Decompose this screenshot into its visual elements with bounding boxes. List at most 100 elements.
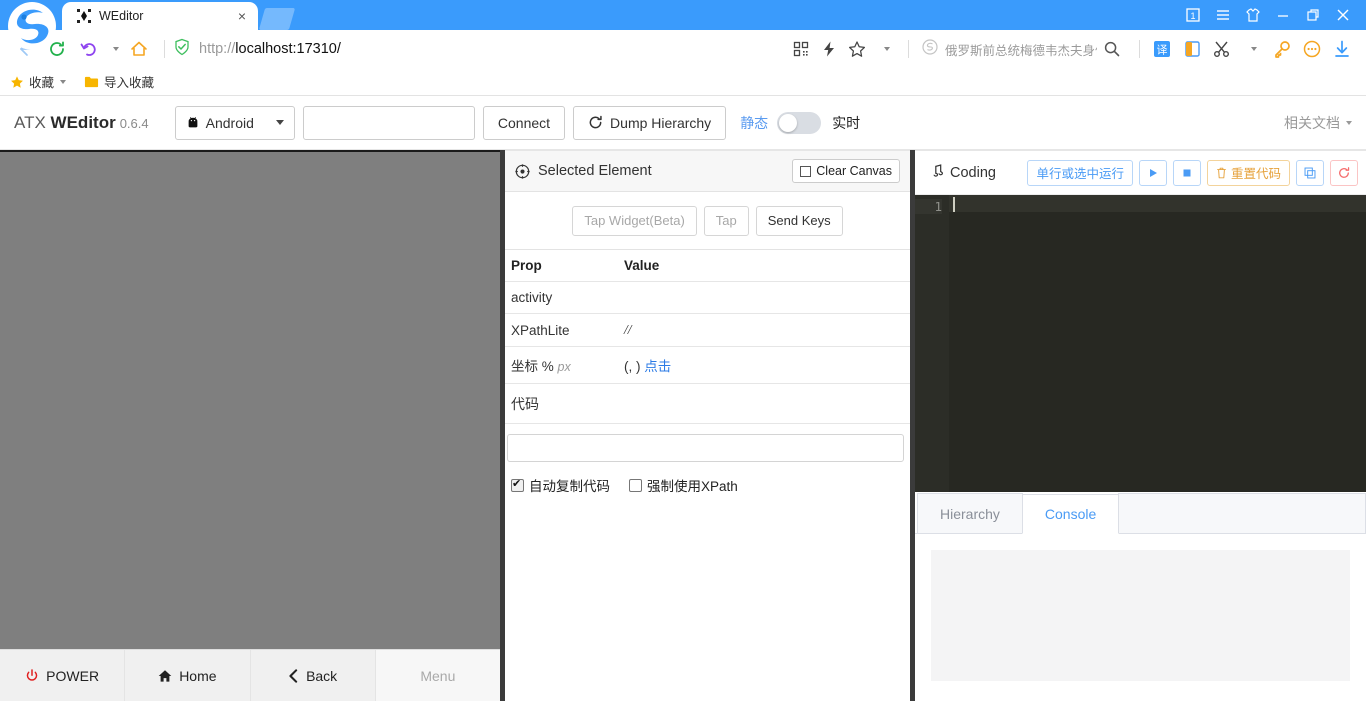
editor-text-area[interactable] [949, 195, 1366, 492]
bottom-tabs: Hierarchy Console [915, 492, 1366, 534]
device-back-button[interactable]: Back [251, 650, 376, 701]
target-icon [515, 163, 530, 179]
stop-button[interactable] [1172, 159, 1201, 186]
history-dropdown-caret[interactable] [106, 34, 122, 64]
run-selection-button[interactable]: 单行或选中运行 [1027, 159, 1133, 186]
trash-icon [1217, 167, 1226, 178]
run-button[interactable] [1138, 159, 1167, 186]
table-row: 坐标 % px (, ) 点击 [505, 346, 910, 384]
prop-value-activity [618, 281, 910, 314]
home-icon [158, 669, 172, 683]
tap-button[interactable]: Tap [703, 205, 749, 236]
bookmark-item-imported[interactable]: 导入收藏 [84, 72, 154, 91]
more-icon[interactable] [1298, 34, 1326, 64]
close-icon[interactable] [1328, 2, 1358, 28]
device-menu-label: Menu [420, 667, 456, 684]
mode-toggle-group: 静态 实时 [740, 111, 860, 134]
play-icon [1149, 168, 1157, 177]
force-xpath-checkbox[interactable] [629, 478, 642, 492]
code-editor[interactable]: 1 [915, 195, 1366, 492]
scissors-chevron-icon[interactable] [1238, 34, 1266, 64]
code-section-label: 代码 [505, 384, 910, 424]
search-icon[interactable] [1097, 34, 1127, 64]
clear-canvas-checkbox[interactable] [800, 165, 812, 177]
selected-element-title: Selected Element [538, 163, 652, 179]
table-row: XPathLite // [505, 313, 910, 347]
coord-click-link[interactable]: 点击 [644, 359, 671, 374]
device-nav-bar: POWER Home Back Menu [0, 649, 500, 701]
hamburger-icon[interactable] [1208, 2, 1238, 28]
device-screen-canvas[interactable] [0, 152, 500, 649]
device-power-button[interactable]: POWER [0, 650, 126, 701]
browser-navbar: http://localhost:17310/ 俄罗斯前总统梅德韦杰夫身体 译 [0, 30, 1366, 68]
browser-chrome: WEditor × 1 http://localhost:17310/ 俄罗斯前… [0, 0, 1366, 96]
refresh-icon [1339, 166, 1350, 178]
auto-copy-code-label: 自动复制代码 [529, 479, 610, 494]
undo-icon[interactable] [74, 34, 104, 64]
folder-icon [84, 75, 99, 89]
key-icon[interactable] [1268, 34, 1296, 64]
coord-unit-px: px [557, 360, 571, 374]
url-actions [788, 34, 900, 64]
device-canvas-column: POWER Home Back Menu [0, 150, 500, 701]
qrcode-icon[interactable] [788, 34, 814, 64]
prop-name-coordinates: 坐标 % px [505, 346, 618, 384]
home-icon[interactable] [124, 34, 154, 64]
device-power-label: POWER [46, 667, 100, 684]
mode-static-label: 静态 [740, 114, 769, 131]
platform-select[interactable]: Android [174, 105, 295, 140]
chevron-down-icon[interactable] [60, 79, 67, 84]
tabs-filler [1118, 493, 1366, 533]
lightning-icon[interactable] [816, 34, 842, 64]
tab-count-badge[interactable]: 1 [1178, 2, 1208, 28]
translate-icon[interactable]: 译 [1148, 34, 1176, 64]
device-home-button[interactable]: Home [125, 650, 251, 701]
reload-code-button[interactable] [1330, 159, 1358, 186]
bookmark-item-favorites[interactable]: 收藏 [10, 72, 67, 91]
tab-hierarchy[interactable]: Hierarchy [917, 493, 1023, 533]
coding-panel: Coding 单行或选中运行 重置代码 1 Hierarchy Console [915, 150, 1366, 701]
minimize-icon[interactable] [1268, 2, 1298, 28]
console-output[interactable] [931, 550, 1350, 681]
serial-input[interactable] [302, 105, 475, 140]
code-options-row: 自动复制代码 强制使用XPath [505, 462, 910, 495]
coord-unit-percent: % [541, 359, 554, 374]
copy-code-button[interactable] [1296, 159, 1324, 186]
reset-code-button[interactable]: 重置代码 [1206, 159, 1290, 186]
new-tab-button[interactable] [258, 8, 296, 30]
code-input[interactable] [507, 434, 904, 462]
brand-prefix: ATX [14, 112, 46, 132]
star-icon[interactable] [844, 34, 870, 64]
browser-tab-weditor[interactable]: WEditor × [62, 2, 258, 30]
tab-console[interactable]: Console [1021, 494, 1120, 534]
auto-copy-code-checkbox[interactable] [511, 477, 524, 492]
related-docs-link[interactable]: 相关文档 [1284, 113, 1352, 133]
mode-toggle-switch[interactable] [777, 111, 822, 134]
sidebar-icon[interactable] [1178, 34, 1206, 64]
shield-icon [173, 38, 191, 61]
tap-widget-button[interactable]: Tap Widget(Beta) [572, 205, 697, 236]
selected-element-actions: Tap Widget(Beta) Tap Send Keys [505, 192, 910, 250]
scissors-icon[interactable] [1208, 34, 1236, 64]
url-scheme: http:// [199, 41, 236, 57]
restore-icon[interactable] [1298, 2, 1328, 28]
force-xpath-label: 强制使用XPath [647, 479, 738, 494]
window-controls: 1 [1178, 0, 1366, 30]
bookmarks-bar: 收藏 导入收藏 [0, 68, 1366, 96]
device-menu-button[interactable]: Menu [375, 650, 500, 701]
prop-name-activity: activity [505, 281, 618, 314]
search-box[interactable]: 俄罗斯前总统梅德韦杰夫身体 [919, 36, 1129, 62]
prop-name-xpathlite: XPathLite [505, 313, 618, 347]
table-header-row: Prop Value [505, 250, 910, 282]
send-keys-button[interactable]: Send Keys [755, 205, 843, 236]
dump-hierarchy-button[interactable]: Dump Hierarchy [573, 105, 727, 140]
clear-canvas-button[interactable]: Clear Canvas [792, 159, 900, 183]
skin-icon[interactable] [1238, 2, 1268, 28]
related-docs-label: 相关文档 [1284, 114, 1340, 131]
connect-button[interactable]: Connect [482, 105, 566, 140]
tab-close-icon[interactable]: × [234, 8, 250, 24]
svg-text:1: 1 [1190, 11, 1195, 21]
url-bar[interactable]: http://localhost:17310/ [173, 38, 788, 61]
url-chevron-down-icon[interactable] [872, 34, 898, 64]
download-icon[interactable] [1328, 34, 1356, 64]
